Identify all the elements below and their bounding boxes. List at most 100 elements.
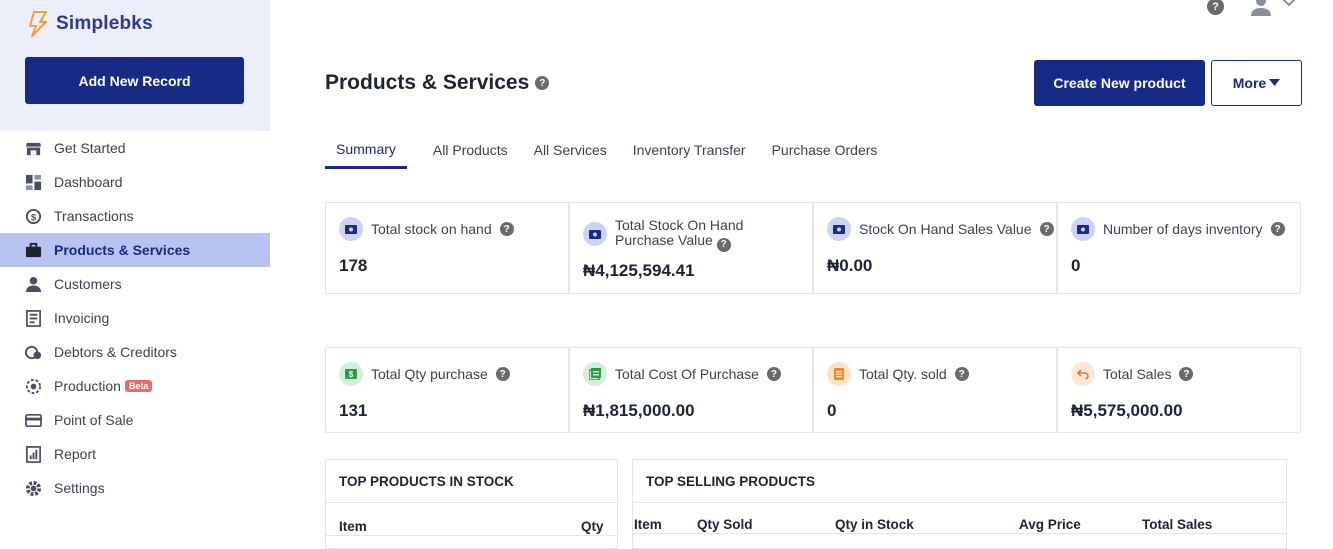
help-icon[interactable]: ? xyxy=(495,367,510,381)
tab-bar: Summary All Products All Services Invent… xyxy=(325,131,890,169)
stat-value: ₦1,815,000.00 xyxy=(583,401,695,420)
transactions-icon: $ xyxy=(24,207,42,225)
card-icon xyxy=(24,411,42,429)
tab-purchase-orders[interactable]: Purchase Orders xyxy=(759,131,891,169)
sidebar-item-transactions[interactable]: $ Transactions xyxy=(0,199,270,233)
store-icon xyxy=(24,139,42,157)
tab-inventory-transfer[interactable]: Inventory Transfer xyxy=(620,131,759,169)
divider xyxy=(633,533,1286,534)
stat-card-total-qty-purchase: $ Total Qty purchase ? 131 xyxy=(325,347,569,433)
stat-card-days-inventory: Number of days inventory ? 0 xyxy=(1057,202,1301,294)
panel-title: TOP PRODUCTS IN STOCK xyxy=(326,460,617,503)
sidebar-item-invoicing[interactable]: Invoicing xyxy=(0,301,270,335)
chevron-down-icon[interactable] xyxy=(1281,0,1297,9)
stat-label: Total Stock On Hand Purchase Value ? xyxy=(615,217,744,252)
app-name: Simplebks xyxy=(56,13,153,34)
tab-all-products[interactable]: All Products xyxy=(407,131,521,169)
help-icon[interactable]: ? xyxy=(1039,222,1054,236)
add-new-record-button[interactable]: Add New Record xyxy=(25,57,244,104)
column-header-avg-price: Avg Price xyxy=(1019,517,1081,532)
column-header-item: Item xyxy=(634,517,662,532)
more-label: More xyxy=(1232,75,1267,91)
help-icon[interactable]: ? xyxy=(1207,0,1224,15)
sidebar-item-label: Report xyxy=(54,446,97,462)
user-avatar-icon[interactable] xyxy=(1250,0,1272,16)
cash-icon xyxy=(583,222,607,246)
help-icon[interactable]: ? xyxy=(716,237,731,252)
debtors-icon xyxy=(24,343,42,361)
sidebar-item-dashboard[interactable]: Dashboard xyxy=(0,165,270,199)
create-new-product-button[interactable]: Create New product xyxy=(1034,60,1205,106)
help-icon[interactable]: ? xyxy=(954,367,969,381)
invoice-icon xyxy=(24,309,42,327)
list-icon xyxy=(827,362,851,386)
beta-badge: Beta xyxy=(124,380,153,392)
sidebar-nav: Get Started Dashboard $ Transactions Pro… xyxy=(0,131,270,505)
more-button[interactable]: More xyxy=(1211,60,1302,106)
tab-all-services[interactable]: All Services xyxy=(521,131,620,169)
cash-icon xyxy=(827,217,851,241)
stat-value: ₦0.00 xyxy=(827,256,873,275)
receipt-icon xyxy=(583,362,607,386)
sidebar-item-production[interactable]: Production Beta xyxy=(0,369,270,403)
briefcase-icon xyxy=(24,241,42,259)
report-icon xyxy=(24,445,42,463)
sidebar-item-point-of-sale[interactable]: Point of Sale xyxy=(0,403,270,437)
stat-label: Total Cost Of Purchase xyxy=(615,365,759,382)
tab-summary[interactable]: Summary xyxy=(325,131,407,169)
sidebar-item-label: Debtors & Creditors xyxy=(54,344,177,360)
stat-value: ₦5,575,000.00 xyxy=(1071,401,1183,420)
page-title: Products & Services ? xyxy=(325,71,550,95)
sidebar-item-debtors-creditors[interactable]: Debtors & Creditors xyxy=(0,335,270,369)
help-icon[interactable]: ? xyxy=(766,367,781,381)
sidebar-item-label: Point of Sale xyxy=(54,412,134,428)
sidebar-item-settings[interactable]: Settings xyxy=(0,471,270,505)
column-header-qty-in-stock: Qty in Stock xyxy=(835,517,914,532)
sidebar-item-label: Invoicing xyxy=(54,310,110,326)
top-selling-products-panel: TOP SELLING PRODUCTS Item Qty Sold Qty i… xyxy=(632,459,1287,549)
sidebar-item-label: Transactions xyxy=(54,208,134,224)
logo[interactable]: Simplebks xyxy=(26,10,153,38)
sidebar-item-label: Production xyxy=(54,378,121,394)
stat-label: Total Qty purchase xyxy=(371,365,488,382)
svg-text:$: $ xyxy=(30,212,36,223)
column-header-qty-sold: Qty Sold xyxy=(697,517,753,532)
sidebar-item-get-started[interactable]: Get Started xyxy=(0,131,270,165)
caret-down-icon xyxy=(1269,79,1281,86)
stat-value: ₦4,125,594.41 xyxy=(583,261,695,280)
help-icon[interactable]: ? xyxy=(1270,222,1285,236)
column-header-item: Item xyxy=(339,519,367,534)
stat-card-stock-sales-value: Stock On Hand Sales Value ? ₦0.00 xyxy=(813,202,1057,294)
undo-icon xyxy=(1071,362,1095,386)
help-icon[interactable]: ? xyxy=(1179,367,1194,381)
stat-value: 178 xyxy=(339,256,368,275)
dashboard-icon xyxy=(24,173,42,191)
stat-value: 0 xyxy=(1071,256,1081,275)
help-icon[interactable]: ? xyxy=(499,222,514,236)
dollar-icon: $ xyxy=(339,362,363,386)
user-icon xyxy=(24,275,42,293)
help-icon[interactable]: ? xyxy=(535,76,550,90)
column-header-qty: Qty xyxy=(581,519,604,534)
stat-label: Total stock on hand xyxy=(371,220,492,237)
stat-value: 131 xyxy=(339,401,368,420)
sidebar-item-report[interactable]: Report xyxy=(0,437,270,471)
stat-label: Number of days inventory xyxy=(1103,220,1263,237)
sidebar-item-products-services[interactable]: Products & Services xyxy=(0,233,270,267)
sidebar-item-label: Dashboard xyxy=(54,174,123,190)
sidebar: Simplebks Add New Record Get Started Das… xyxy=(0,0,270,539)
production-icon xyxy=(24,377,42,395)
stat-card-total-sales: Total Sales ? ₦5,575,000.00 xyxy=(1057,347,1301,433)
stat-label: Total Qty. sold xyxy=(859,365,947,382)
sidebar-item-label: Get Started xyxy=(54,140,126,156)
stat-label: Stock On Hand Sales Value xyxy=(859,220,1032,237)
divider xyxy=(326,535,617,536)
top-products-in-stock-panel: TOP PRODUCTS IN STOCK Item Qty xyxy=(325,459,618,549)
gear-icon xyxy=(24,479,42,497)
svg-text:$: $ xyxy=(349,370,354,379)
cash-icon xyxy=(1071,217,1095,241)
sidebar-item-customers[interactable]: Customers xyxy=(0,267,270,301)
stat-label: Total Sales xyxy=(1103,365,1172,382)
stat-card-total-cost-of-purchase: Total Cost Of Purchase ? ₦1,815,000.00 xyxy=(569,347,813,433)
panel-title: TOP SELLING PRODUCTS xyxy=(633,460,1286,503)
